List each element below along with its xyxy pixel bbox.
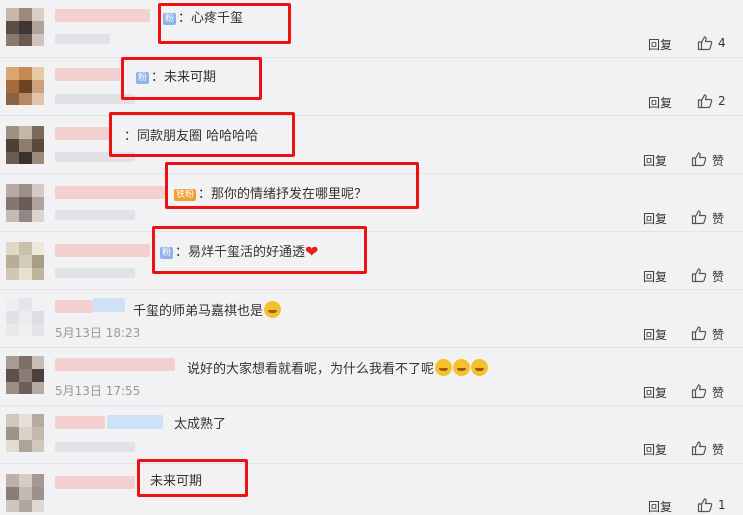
username-blurred[interactable]: [55, 476, 135, 489]
thumbs-up-icon[interactable]: [691, 209, 707, 225]
reply-button[interactable]: 回复: [643, 268, 667, 285]
laughing-emoji-icon: [435, 359, 453, 376]
like-label[interactable]: 赞: [712, 152, 724, 169]
like-label[interactable]: 赞: [712, 384, 724, 401]
comment-row: 说好的大家想看就看呢，为什么我看不了呢 5月13日 17:55 回复 赞: [0, 348, 743, 406]
laughing-emoji-icon: [264, 301, 282, 318]
thumbs-up-icon[interactable]: [697, 93, 713, 109]
thumbs-up-icon[interactable]: [697, 497, 713, 513]
thumbs-up-icon[interactable]: [691, 325, 707, 341]
username-blurred[interactable]: [55, 416, 105, 429]
thumbs-up-icon[interactable]: [691, 267, 707, 283]
avatar[interactable]: [6, 298, 44, 336]
avatar[interactable]: [6, 67, 44, 105]
username-blurred[interactable]: [55, 186, 165, 199]
comment-row: 粉：易烊千玺活的好通透❤ 回复 赞: [0, 232, 743, 290]
thumbs-up-icon[interactable]: [691, 440, 707, 456]
highlight-box: [109, 112, 295, 157]
reply-button[interactable]: 回复: [643, 326, 667, 343]
comment-row: 粉：未来可期 回复 2: [0, 58, 743, 116]
avatar[interactable]: [6, 474, 44, 512]
comment-date: 5月13日 17:55: [55, 384, 141, 398]
highlight-box: [158, 3, 291, 44]
avatar[interactable]: [6, 414, 44, 452]
like-label[interactable]: 赞: [712, 210, 724, 227]
highlight-box: [152, 226, 367, 274]
laughing-emoji-icon: [471, 359, 489, 376]
reply-button[interactable]: 回复: [648, 36, 672, 53]
like-label[interactable]: 赞: [712, 268, 724, 285]
thumbs-up-icon[interactable]: [691, 151, 707, 167]
like-count: 1: [718, 498, 726, 512]
reply-button[interactable]: 回复: [643, 441, 667, 458]
comment-row: 太成熟了 回复 赞: [0, 406, 743, 464]
avatar[interactable]: [6, 126, 44, 164]
avatar[interactable]: [6, 356, 44, 394]
username-blurred[interactable]: [55, 68, 120, 81]
username-blurred[interactable]: [55, 127, 110, 140]
comment-date: 5月13日 18:23: [55, 326, 141, 340]
thumbs-up-icon[interactable]: [697, 35, 713, 51]
date-blurred: [55, 442, 135, 452]
username-blurred[interactable]: [55, 300, 93, 313]
highlight-box: [137, 459, 248, 497]
date-blurred: [55, 34, 110, 44]
comment-text: 说好的大家想看就看呢，为什么我看不了呢: [187, 359, 489, 379]
like-count: 4: [718, 36, 726, 50]
comment-text: 千玺的师弟马嘉祺也是: [133, 301, 282, 321]
thumbs-up-icon[interactable]: [691, 383, 707, 399]
avatar[interactable]: [6, 8, 44, 46]
highlight-box: [165, 162, 419, 209]
comment-text: 太成熟了: [174, 417, 227, 432]
reply-button[interactable]: 回复: [643, 210, 667, 227]
avatar[interactable]: [6, 184, 44, 222]
laughing-emoji-icon: [453, 359, 471, 376]
username-blurred[interactable]: [55, 244, 150, 257]
like-label[interactable]: 赞: [712, 441, 724, 458]
comment-row: 粉：心疼千玺 回复 4: [0, 0, 743, 58]
date-blurred: [55, 210, 135, 220]
badge-blurred: [107, 415, 163, 429]
reply-button[interactable]: 回复: [648, 498, 672, 515]
reply-button[interactable]: 回复: [643, 384, 667, 401]
like-count: 2: [718, 94, 726, 108]
username-blurred[interactable]: [55, 358, 175, 371]
reply-button[interactable]: 回复: [648, 94, 672, 111]
comment-row: 未来可期 回复 1: [0, 464, 743, 515]
comment-row: 千玺的师弟马嘉祺也是 5月13日 18:23 回复 赞: [0, 290, 743, 348]
badge-blurred: [93, 298, 125, 312]
highlight-box: [121, 57, 262, 100]
avatar[interactable]: [6, 242, 44, 280]
reply-button[interactable]: 回复: [643, 152, 667, 169]
date-blurred: [55, 268, 135, 278]
like-label[interactable]: 赞: [712, 326, 724, 343]
username-blurred[interactable]: [55, 9, 150, 22]
